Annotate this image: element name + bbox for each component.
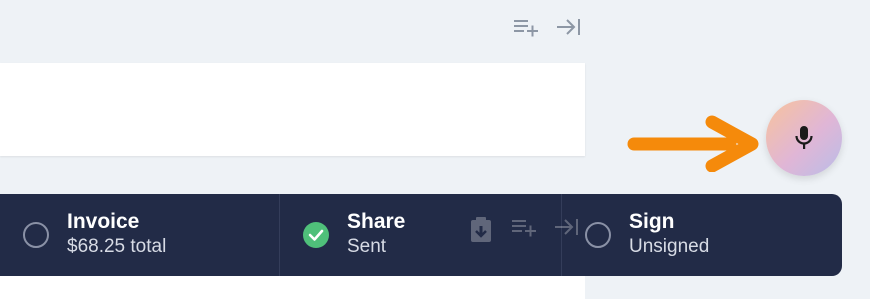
microphone-icon: [795, 126, 813, 149]
add-to-list-icon: [512, 220, 536, 237]
step-subtitle: Sent: [347, 236, 387, 257]
content-card-lower: [0, 276, 585, 299]
step-subtitle: $68.25 total: [67, 236, 167, 257]
faded-background-icons: [468, 216, 582, 244]
step-title: Sign: [629, 210, 675, 233]
incomplete-circle-icon: [23, 222, 49, 248]
clipboard-download-icon: [471, 217, 491, 242]
content-card: [0, 63, 585, 156]
add-to-list-icon[interactable]: [511, 14, 541, 40]
top-toolbar: [511, 14, 585, 40]
collapse-panel-icon[interactable]: [555, 14, 585, 40]
collapse-panel-icon: [555, 219, 578, 235]
incomplete-circle-icon: [585, 222, 611, 248]
step-subtitle: Unsigned: [629, 236, 710, 257]
check-circle-icon: [303, 222, 329, 248]
step-sign[interactable]: Sign Unsigned: [562, 194, 842, 276]
step-title: Invoice: [67, 210, 140, 233]
pointer-arrow-icon: [626, 112, 762, 177]
voice-assistant-button[interactable]: [766, 100, 842, 176]
workflow-status-bar: Invoice $68.25 total Share Sent Sign Uns…: [0, 194, 842, 276]
step-title: Share: [347, 210, 406, 233]
step-invoice[interactable]: Invoice $68.25 total: [0, 194, 280, 276]
